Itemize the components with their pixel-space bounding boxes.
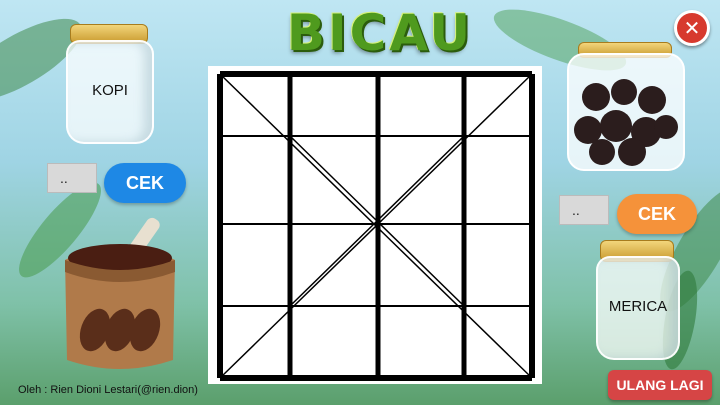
close-icon[interactable]: ✕ bbox=[674, 10, 710, 46]
merica-check-button[interactable]: CEK bbox=[617, 194, 697, 234]
kopi-jar[interactable]: KOPI bbox=[66, 40, 154, 144]
filled-coffee-jar bbox=[567, 53, 685, 171]
game-board[interactable] bbox=[208, 66, 542, 384]
merica-jar-label: MERICA bbox=[608, 298, 668, 315]
merica-jar[interactable]: MERICA bbox=[596, 256, 680, 360]
reset-button[interactable]: ULANG LAGI bbox=[608, 370, 712, 400]
kopi-jar-label: KOPI bbox=[92, 82, 128, 99]
game-title: BICAU bbox=[286, 4, 474, 62]
kopi-answer-box[interactable]: .. bbox=[47, 163, 97, 193]
board-grid[interactable] bbox=[208, 66, 542, 384]
merica-answer-box[interactable]: .. bbox=[559, 195, 609, 225]
coffee-sack-icon bbox=[65, 217, 175, 369]
author-credit: Oleh : Rien Dioni Lestari(@rien.dion) bbox=[18, 384, 198, 396]
game-scene: BICAU ✕ KOPI .. CEK .. CEK MERICA Oleh:… bbox=[0, 0, 720, 405]
kopi-check-button[interactable]: CEK bbox=[104, 163, 186, 203]
